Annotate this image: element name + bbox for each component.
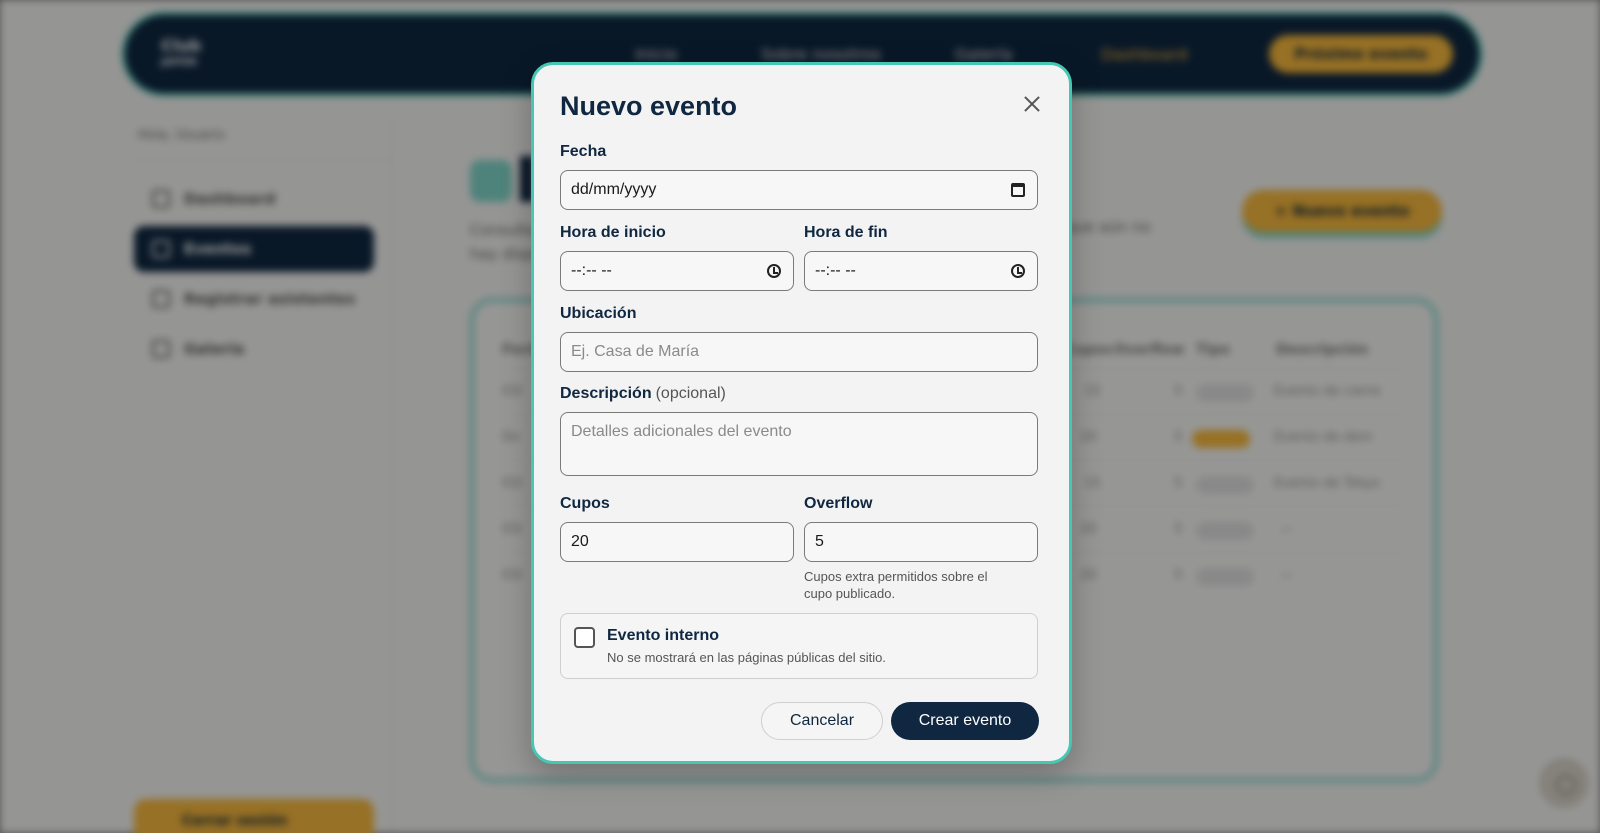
fecha-input[interactable]: dd/mm/yyyy (560, 170, 1038, 210)
optional-tag: (opcional) (655, 385, 726, 402)
ubicacion-input[interactable]: Ej. Casa de María (560, 332, 1038, 372)
hora-inicio-label: Hora de inicio (560, 224, 666, 241)
overflow-input[interactable]: 5 (804, 522, 1038, 562)
hora-inicio-value: --:-- -- (571, 262, 612, 279)
close-icon[interactable] (1021, 93, 1043, 115)
evento-interno-description: No se mostrará en las páginas públicas d… (607, 650, 886, 665)
clock-icon[interactable] (767, 264, 781, 278)
overflow-hint-line2: cupo publicado. (804, 586, 896, 601)
evento-interno-checkbox[interactable] (574, 627, 595, 648)
overflow-label: Overflow (804, 495, 873, 512)
nuevo-evento-modal: Nuevo evento Fecha dd/mm/yyyy Hora de in… (531, 62, 1072, 764)
create-event-button[interactable]: Crear evento (891, 702, 1039, 740)
hora-fin-input[interactable]: --:-- -- (804, 251, 1038, 291)
cancel-button[interactable]: Cancelar (761, 702, 883, 740)
overflow-hint: Cupos extra permitidos sobre el cupo pub… (804, 568, 988, 602)
cupos-input[interactable]: 20 (560, 522, 794, 562)
descripcion-label: Descripción (opcional) (560, 385, 726, 403)
descripcion-label-text: Descripción (560, 385, 652, 402)
hora-inicio-input[interactable]: --:-- -- (560, 251, 794, 291)
evento-interno-card[interactable]: Evento interno No se mostrará en las pág… (560, 613, 1038, 679)
descripcion-textarea[interactable]: Detalles adicionales del evento (560, 412, 1038, 476)
calendar-icon[interactable] (1011, 183, 1025, 197)
hora-fin-value: --:-- -- (815, 262, 856, 279)
overflow-hint-line1: Cupos extra permitidos sobre el (804, 569, 988, 584)
clock-icon[interactable] (1011, 264, 1025, 278)
hora-fin-label: Hora de fin (804, 224, 888, 241)
ubicacion-label: Ubicación (560, 305, 637, 322)
fecha-label: Fecha (560, 143, 607, 160)
cupos-label: Cupos (560, 495, 610, 512)
modal-title: Nuevo evento (560, 91, 738, 121)
evento-interno-title: Evento interno (607, 627, 720, 644)
fecha-value: dd/mm/yyyy (571, 181, 657, 198)
